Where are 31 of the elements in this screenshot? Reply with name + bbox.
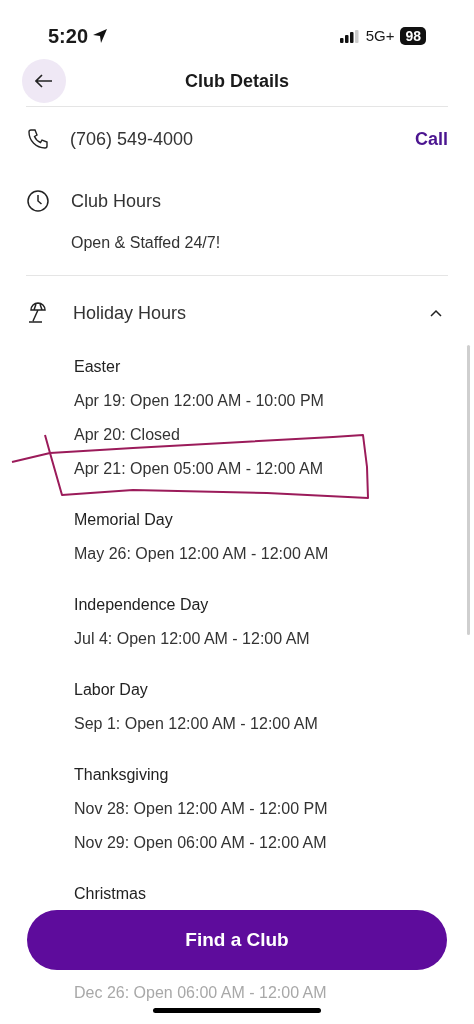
phone-icon — [26, 127, 50, 151]
battery-indicator: 98 — [400, 27, 426, 45]
find-club-button[interactable]: Find a Club — [27, 910, 447, 970]
holiday-hours-line: May 26: Open 12:00 AM - 12:00 AM — [74, 544, 329, 564]
holiday-hours-line: Sep 1: Open 12:00 AM - 12:00 AM — [74, 714, 318, 734]
call-link[interactable]: Call — [415, 125, 448, 153]
holiday-name: Christmas — [74, 884, 146, 904]
signal-icon — [339, 29, 360, 43]
page-title: Club Details — [185, 69, 289, 93]
network-label: 5G+ — [365, 25, 395, 46]
clock-icon — [26, 189, 50, 213]
holiday-hours-line: Apr 19: Open 12:00 AM - 10:00 PM — [74, 391, 324, 411]
holiday-hours-line: Dec 26: Open 06:00 AM - 12:00 AM — [74, 984, 327, 1002]
holiday-name: Independence Day — [74, 595, 209, 615]
holiday-name: Thanksgiving — [74, 765, 169, 785]
holiday-hours-line: Jul 4: Open 12:00 AM - 12:00 AM — [74, 629, 310, 649]
holiday-hours-line: Nov 29: Open 06:00 AM - 12:00 AM — [74, 833, 327, 853]
location-arrow-icon — [92, 28, 109, 44]
holiday-name: Easter — [74, 357, 121, 377]
holiday-hours-line: Apr 21: Open 05:00 AM - 12:00 AM — [74, 459, 324, 479]
holiday-name: Labor Day — [74, 680, 148, 700]
holiday-hours-toggle[interactable]: Holiday Hours — [26, 276, 448, 350]
club-hours-text: Open & Staffed 24/7! — [71, 233, 221, 253]
status-time: 5:20 — [48, 24, 89, 49]
holiday-hours-line: Nov 28: Open 12:00 AM - 12:00 PM — [74, 799, 328, 819]
club-hours-label: Club Hours — [71, 189, 162, 213]
holiday-hours-line: Apr 20: Closed — [74, 425, 180, 445]
holiday-name: Memorial Day — [74, 510, 173, 530]
phone-number: (706) 549-4000 — [70, 127, 194, 151]
back-arrow-icon — [35, 74, 53, 88]
back-button[interactable] — [22, 59, 66, 103]
